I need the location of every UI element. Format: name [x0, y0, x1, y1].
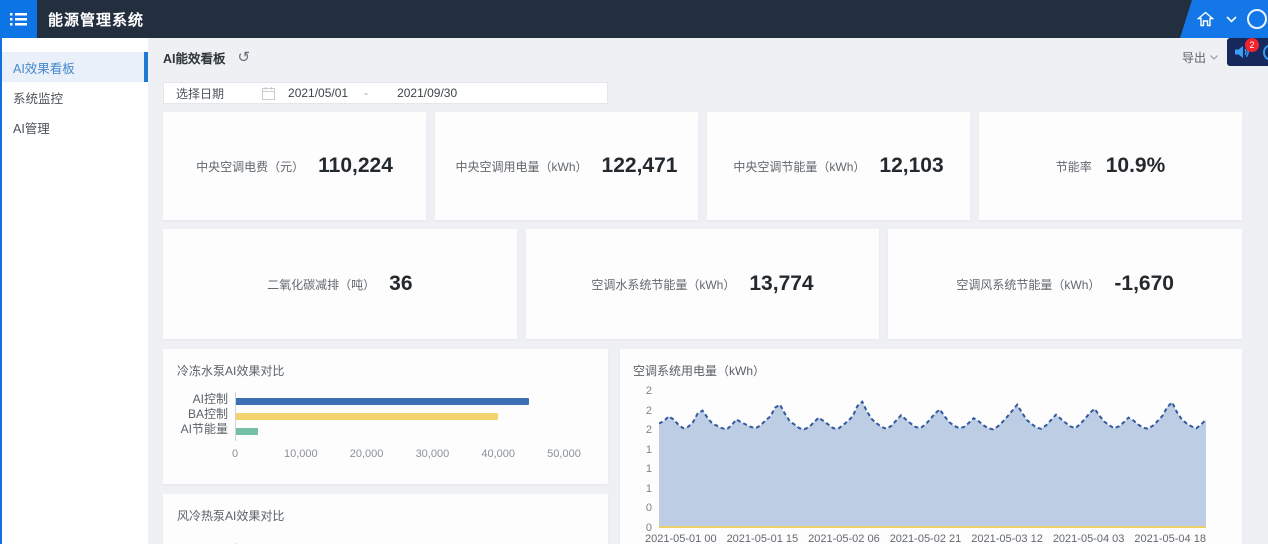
bar-category-label: AI节能量 — [177, 422, 235, 437]
end-date-value[interactable]: 2021/09/30 — [397, 86, 457, 100]
bar-row — [236, 409, 564, 424]
kpi-card-row-1: 中央空调电费（元） 110,224 中央空调用电量（kWh） 122,471 中央空调节… — [163, 112, 1242, 220]
area-chart: 22211100 — [633, 391, 1206, 528]
kpi-card: 空调风系统节能量（kWh） -1,670 — [888, 229, 1242, 339]
bottom-chart-title: 风冷热泵AI效果对比 — [177, 507, 594, 524]
export-button[interactable]: 导出 — [1182, 49, 1218, 66]
heatpump-ai-comparison-panel: 风冷热泵AI效果对比 — [163, 494, 608, 544]
kpi-label: 中央空调用电量（kWh） — [456, 158, 588, 175]
notification-badge: 2 — [1245, 38, 1259, 52]
kpi-card: 二氧化碳减排（吨） 36 — [163, 229, 517, 339]
refresh-icon[interactable]: ↺ — [238, 50, 251, 65]
kpi-value: 36 — [389, 272, 412, 296]
x-tick-label: 2021-05-04 03 — [1053, 533, 1125, 544]
kpi-card: 中央空调节能量（kWh） 12,103 — [707, 112, 970, 220]
pump-ai-comparison-panel: 冷冻水泵AI效果对比 AI控制BA控制AI节能量 0 10,000 20,000 30… — [163, 349, 608, 484]
bar-chart: AI控制BA控制AI节能量 — [177, 392, 594, 441]
bar[interactable] — [236, 413, 498, 420]
bar-x-tick: 50,000 — [547, 448, 581, 460]
bar-category-label: AI控制 — [177, 392, 235, 407]
home-icon[interactable] — [1197, 11, 1214, 27]
date-range-picker[interactable]: 选择日期 2021/05/01 - 2021/09/30 — [163, 82, 608, 104]
bar-x-tick: 0 — [232, 448, 238, 460]
export-label: 导出 — [1182, 49, 1206, 66]
kpi-label: 空调水系统节能量（kWh） — [591, 276, 735, 293]
app-header: 能源管理系统 — [0, 0, 1268, 38]
kpi-label: 空调风系统节能量（kWh） — [956, 276, 1100, 293]
kpi-card: 中央空调用电量（kWh） 122,471 — [435, 112, 698, 220]
app-title: 能源管理系统 — [48, 9, 144, 30]
clipped-circle-icon — [1263, 44, 1268, 61]
hamburger-list-icon — [10, 12, 27, 27]
export-caret-icon — [1210, 55, 1218, 60]
header-actions — [1180, 0, 1268, 38]
kpi-card: 中央空调电费（元） 110,224 — [163, 112, 426, 220]
user-circle-icon[interactable] — [1247, 9, 1267, 29]
kpi-label: 节能率 — [1056, 158, 1092, 175]
charts-row: 冷冻水泵AI效果对比 AI控制BA控制AI节能量 0 10,000 20,000 30… — [163, 349, 1242, 544]
bar-x-tick: 30,000 — [416, 448, 450, 460]
date-separator: - — [364, 86, 368, 100]
sidebar-item-2[interactable]: 系统监控 — [0, 82, 148, 112]
kpi-value: 122,471 — [602, 154, 678, 178]
x-tick-label: 2021-05-01 00 — [645, 533, 717, 544]
kpi-value: 13,774 — [749, 272, 813, 296]
bar-category-label: BA控制 — [177, 407, 235, 422]
bar-chart-x-axis: 010,00020,00030,00040,00050,000 — [235, 448, 564, 461]
area-chart-y-axis: 22211100 — [633, 391, 659, 528]
sidebar-nav: AI效果看板系统监控AI管理 — [0, 38, 148, 544]
kpi-card: 节能率 10.9% — [979, 112, 1242, 220]
bar[interactable] — [236, 398, 529, 405]
sidebar-item-3[interactable]: AI管理 — [0, 112, 148, 142]
page-title: AI能效看板 — [163, 48, 226, 67]
x-tick-label: 2021-05-01 15 — [727, 533, 799, 544]
chevron-down-icon[interactable] — [1226, 16, 1237, 23]
area-chart-x-axis: 2021-05-01 00 2021-05-01 15 2021-05-02 06 2… — [645, 533, 1206, 544]
bar-row — [236, 424, 564, 439]
main-content: AI能效看板 ↺ 导出 2 选择日期 2021/05/01 — [148, 38, 1268, 544]
window-left-accent — [0, 38, 2, 544]
date-picker-label: 选择日期 — [164, 85, 224, 102]
kpi-card-row-2: 二氧化碳减排（吨） 36 空调水系统节能量（kWh） 13,774 空调风系统节能量（k… — [163, 229, 1242, 339]
kpi-value: 110,224 — [318, 154, 393, 178]
bar-row — [236, 394, 564, 409]
kpi-card: 空调水系统节能量（kWh） 13,774 — [526, 229, 880, 339]
notification-widget[interactable]: 2 — [1227, 38, 1268, 66]
kpi-label: 二氧化碳减排（吨） — [267, 276, 375, 293]
bar-x-tick: 10,000 — [284, 448, 318, 460]
x-tick-label: 2021-05-02 06 — [808, 533, 880, 544]
kpi-label: 中央空调节能量（kWh） — [733, 158, 865, 175]
kpi-value: 10.9% — [1106, 154, 1166, 178]
bar[interactable] — [236, 428, 258, 435]
bar-chart-title: 冷冻水泵AI效果对比 — [177, 362, 594, 379]
menu-button[interactable] — [0, 0, 37, 38]
kpi-value: 12,103 — [879, 154, 943, 178]
consumption-area-fill — [659, 402, 1206, 528]
filter-row: 选择日期 2021/05/01 - 2021/09/30 — [148, 76, 1268, 104]
x-tick-label: 2021-05-04 18 — [1134, 533, 1206, 544]
area-chart-title: 空调系统用电量（kWh） — [633, 362, 1206, 379]
x-tick-label: 2021-05-03 12 — [971, 533, 1043, 544]
sidebar-item-1[interactable]: AI效果看板 — [0, 52, 148, 82]
bar-x-tick: 20,000 — [350, 448, 384, 460]
kpi-label: 中央空调电费（元） — [196, 158, 304, 175]
content-toolbar: AI能效看板 ↺ 导出 2 — [148, 38, 1268, 76]
kpi-value: -1,670 — [1114, 272, 1174, 296]
area-chart-plot[interactable] — [659, 391, 1206, 528]
hvac-consumption-panel: 空调系统用电量（kWh） 22211100 2021-05-01 002021-… — [620, 349, 1242, 544]
start-date-value[interactable]: 2021/05/01 — [288, 86, 348, 100]
calendar-icon — [262, 87, 275, 100]
bar-x-tick: 40,000 — [481, 448, 515, 460]
x-tick-label: 2021-05-02 21 — [890, 533, 962, 544]
